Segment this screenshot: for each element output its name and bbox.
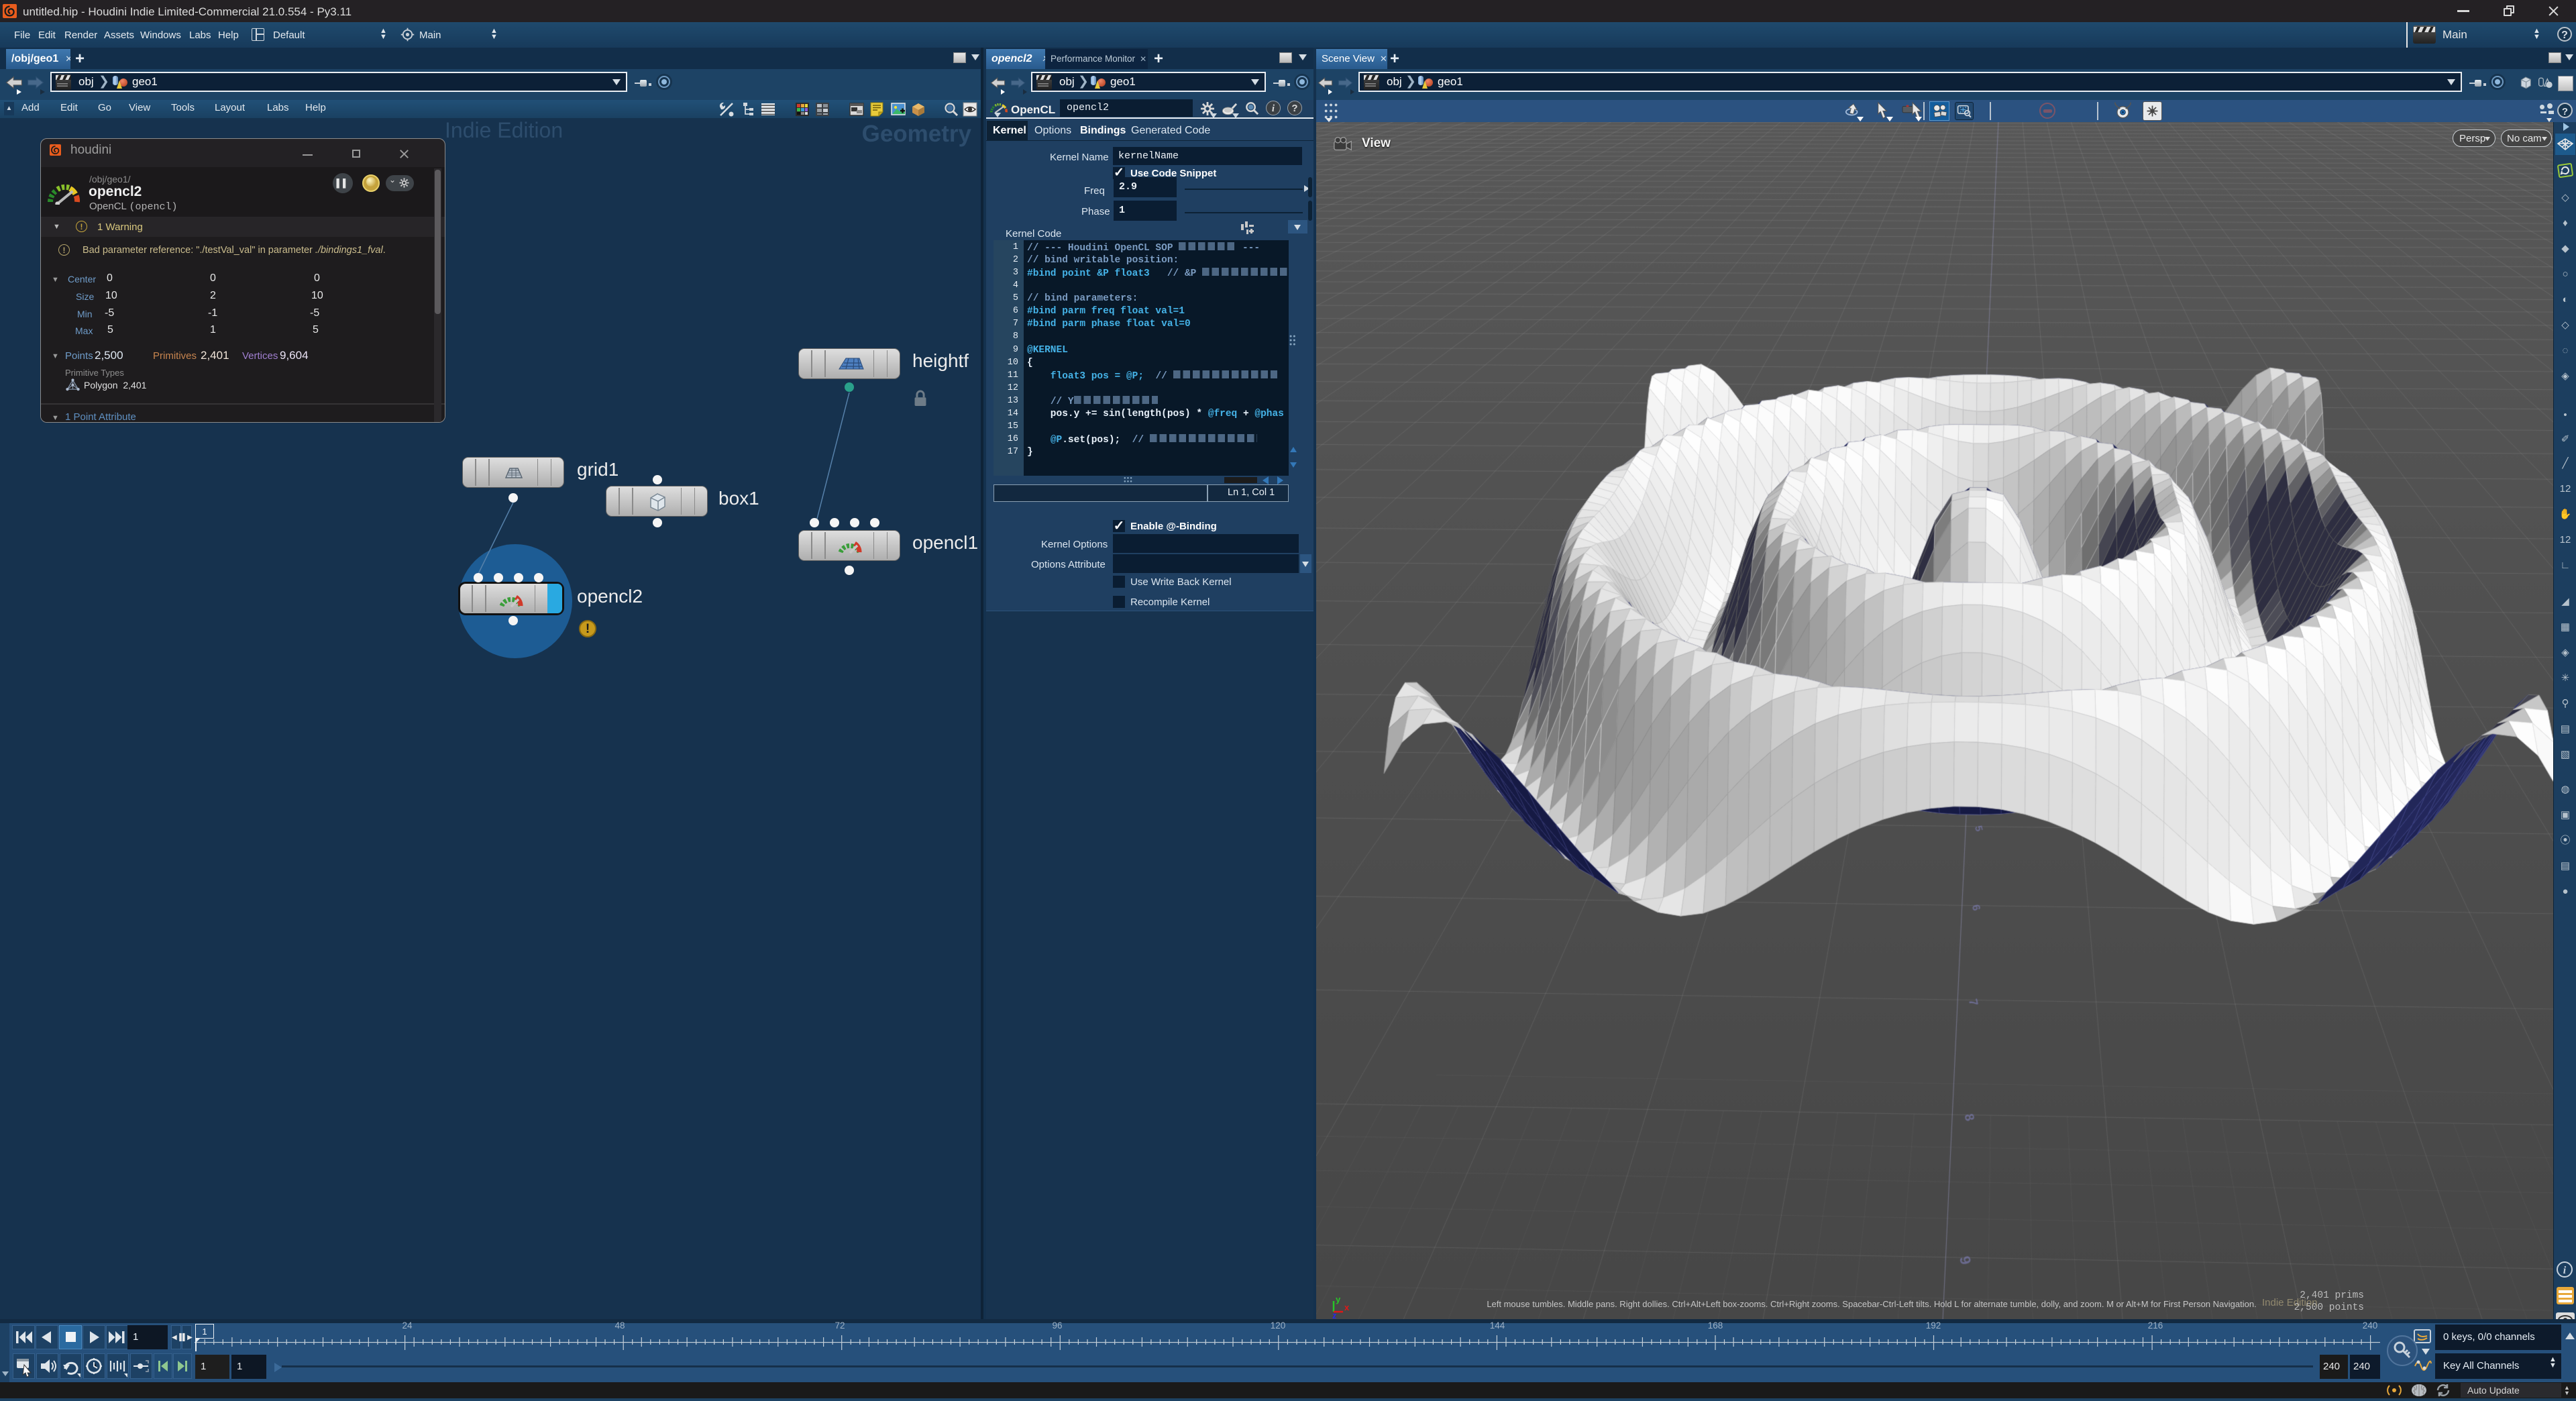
svg-text:z: z — [1332, 1310, 1337, 1318]
svg-text:x: x — [1344, 1302, 1350, 1312]
svg-text:y: y — [1336, 1294, 1341, 1304]
